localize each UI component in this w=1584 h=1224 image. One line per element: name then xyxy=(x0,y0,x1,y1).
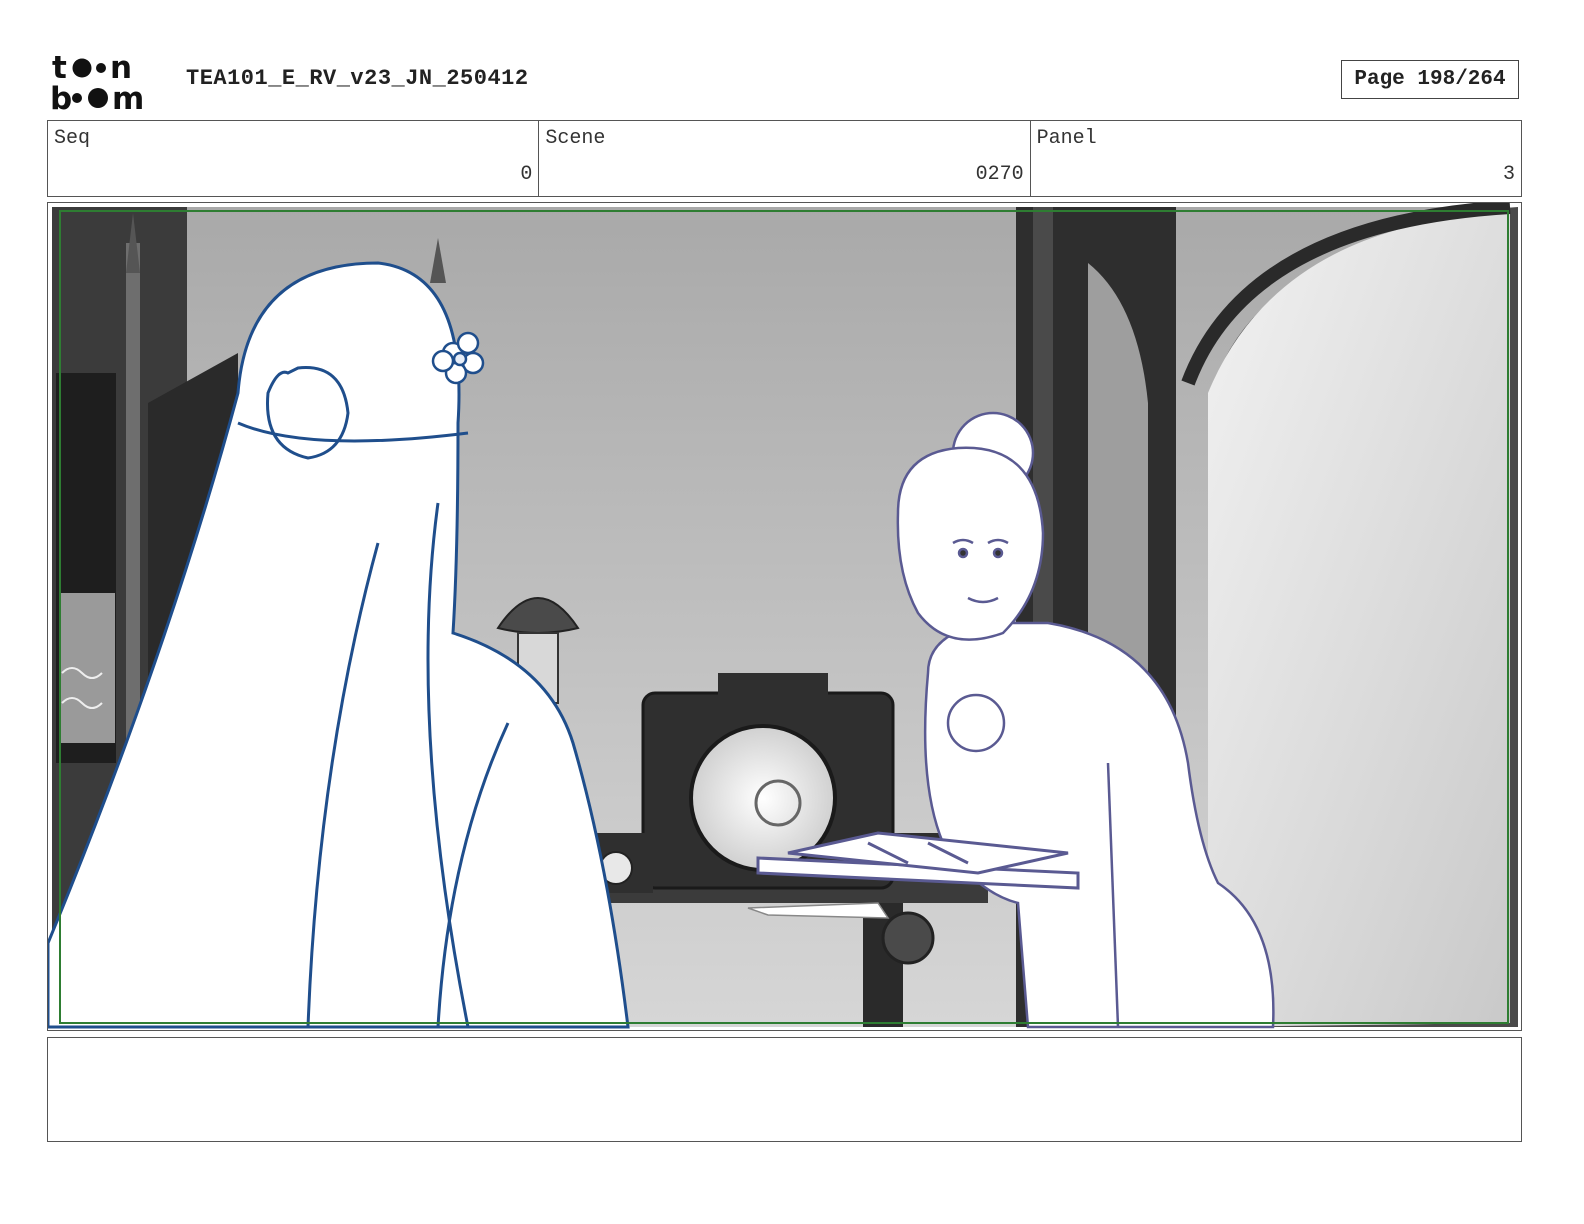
document-title: TEA101_E_RV_v23_JN_250412 xyxy=(186,66,529,91)
panel-label: Panel xyxy=(1036,127,1097,150)
seq-value: 0 xyxy=(520,163,533,186)
doorway-light xyxy=(1208,213,1510,1027)
panel-info-row: Seq 0 Scene 0270 Panel 3 xyxy=(47,120,1522,197)
panel-notes-box[interactable] xyxy=(47,1037,1522,1142)
page-indicator: Page 198/264 xyxy=(1341,60,1519,99)
scene-label: Scene xyxy=(545,127,606,150)
storyboard-panel xyxy=(47,202,1522,1031)
panel-value: 3 xyxy=(1502,163,1515,186)
svg-text:m: m xyxy=(112,81,144,112)
seq-cell: Seq 0 xyxy=(48,121,540,196)
panel-cell: Panel 3 xyxy=(1031,121,1521,196)
scene-value: 0270 xyxy=(975,163,1024,186)
panel-notes-text xyxy=(48,1038,1521,1054)
scene-cell: Scene 0270 xyxy=(539,121,1031,196)
toonboom-logo: t n b m xyxy=(50,50,165,117)
seq-label: Seq xyxy=(54,127,91,150)
svg-text:b: b xyxy=(50,81,72,112)
storyboard-drawing-icon xyxy=(48,203,1518,1029)
